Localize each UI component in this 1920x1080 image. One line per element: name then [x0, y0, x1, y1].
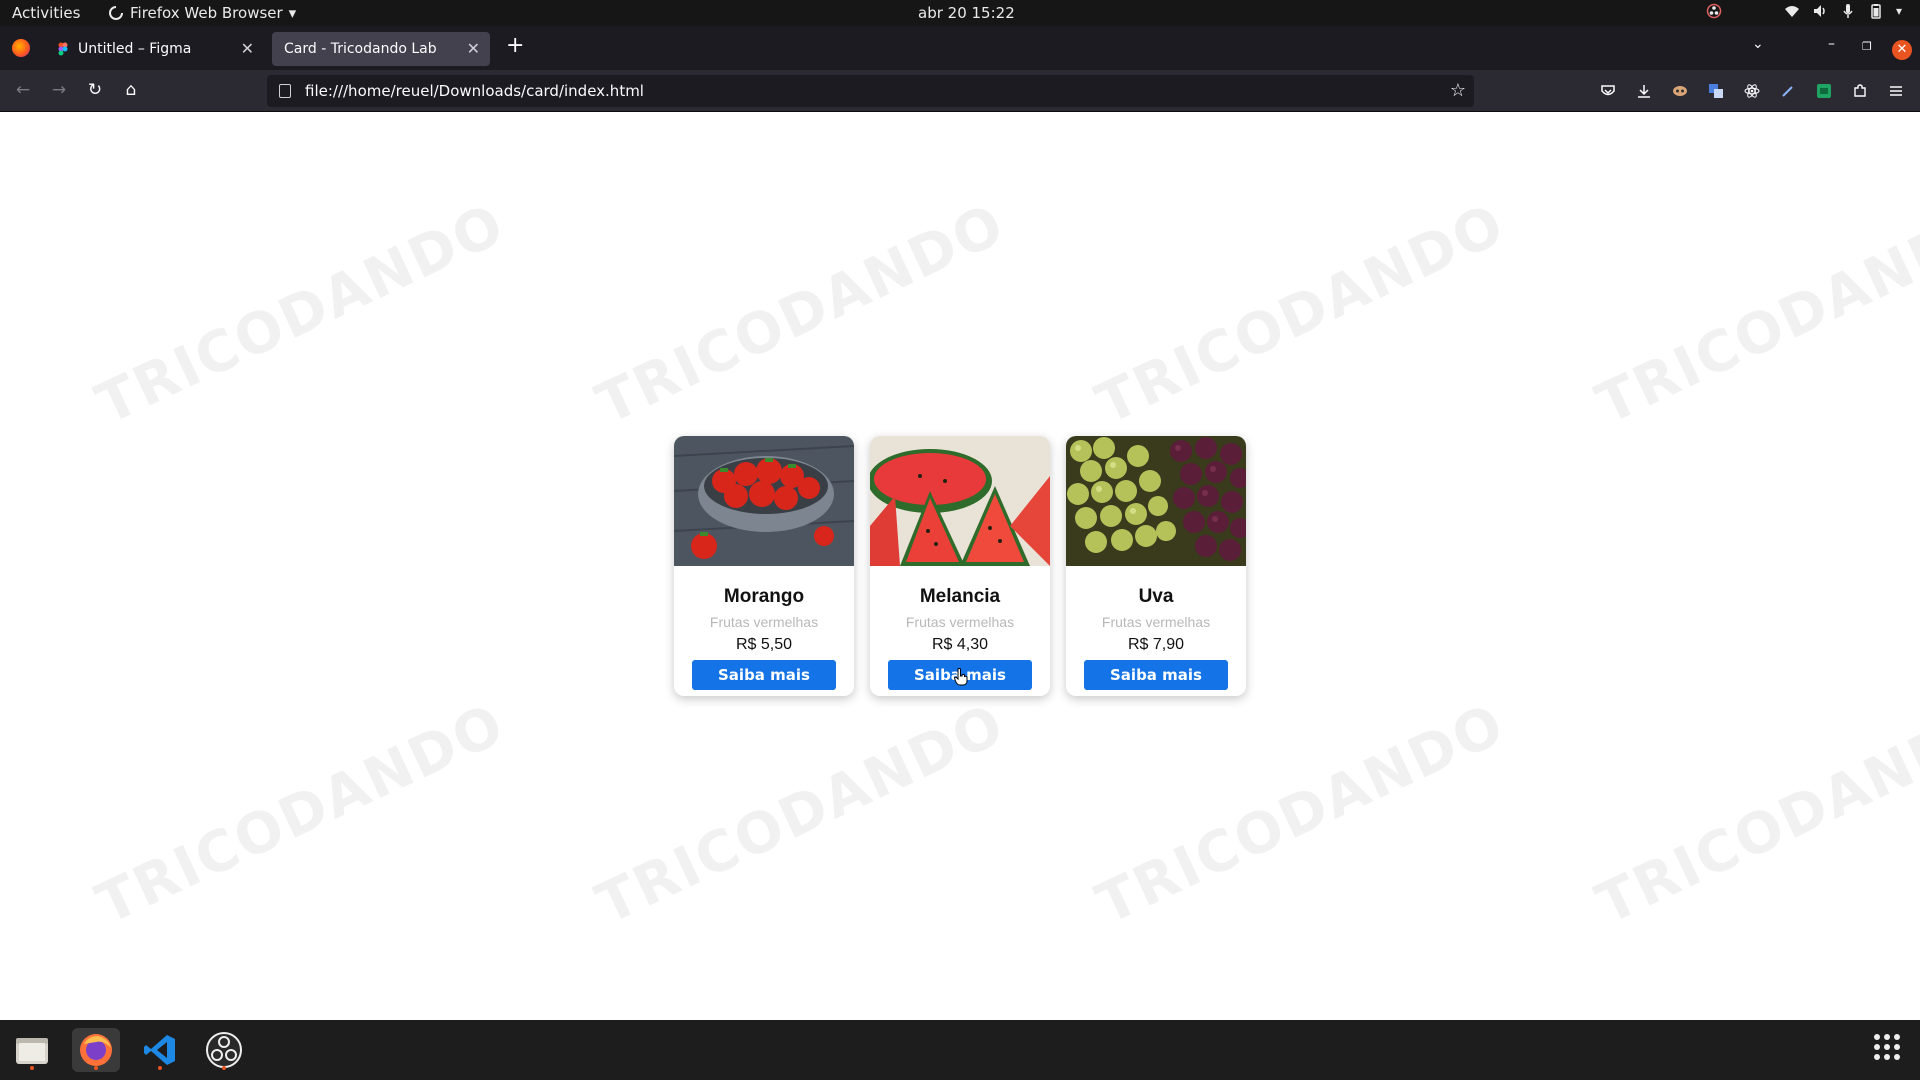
- running-indicator: [222, 1066, 226, 1070]
- tab-title: Untitled – Figma: [78, 41, 192, 57]
- running-indicator: [94, 1066, 98, 1070]
- vscode-app-button[interactable]: [136, 1028, 184, 1072]
- react-devtools-icon[interactable]: [1744, 83, 1760, 99]
- watermark-text: TRICODANDO: [1586, 191, 1920, 438]
- hamburger-menu-icon[interactable]: [1888, 83, 1904, 99]
- saiba-mais-button[interactable]: Saiba mais: [1084, 660, 1228, 690]
- close-window-button[interactable]: ✕: [1892, 40, 1912, 60]
- product-card-morango: Morango Frutas vermelhas R$ 5,50 Saiba m…: [674, 436, 854, 696]
- product-card-melancia: Melancia Frutas vermelhas R$ 4,30 Saiba …: [870, 436, 1050, 696]
- battery-icon[interactable]: [1868, 3, 1884, 19]
- product-category: Frutas vermelhas: [709, 614, 819, 630]
- show-applications-grid-icon[interactable]: [1874, 1034, 1900, 1060]
- saiba-mais-button[interactable]: Saiba mais: [692, 660, 836, 690]
- product-price: R$ 4,30: [931, 636, 989, 653]
- watermark-text: TRICODANDO: [1086, 691, 1515, 938]
- system-tray[interactable]: ▾: [1706, 3, 1902, 19]
- grapes-photo: [1066, 436, 1246, 566]
- list-all-tabs-chevron-icon[interactable]: ⌄: [1752, 36, 1764, 52]
- color-picker-icon[interactable]: [1780, 83, 1796, 99]
- extension-mask-icon[interactable]: [1672, 83, 1688, 99]
- product-card-uva: Uva Frutas vermelhas R$ 7,90 Saiba mais: [1066, 436, 1246, 696]
- product-name: Uva: [1138, 586, 1174, 607]
- restore-window-button[interactable]: ❐: [1862, 40, 1872, 53]
- running-indicator: [158, 1066, 162, 1070]
- product-price: R$ 7,90: [1127, 636, 1185, 653]
- bookmark-star-icon[interactable]: ☆: [1450, 80, 1466, 101]
- chevron-down-icon: ▾: [288, 4, 297, 22]
- tab-title: Card - Tricodando Lab: [284, 41, 437, 57]
- volume-icon[interactable]: [1812, 3, 1828, 19]
- clock[interactable]: abr 20 15:22: [918, 4, 1015, 22]
- vscode-icon: [144, 1035, 175, 1065]
- translate-extension-icon[interactable]: [1708, 83, 1724, 99]
- navigation-toolbar: ← → ↻ ⌂ file:///home/reuel/Downloads/car…: [0, 70, 1920, 112]
- watermelon-photo: [870, 436, 1050, 566]
- product-category: Frutas vermelhas: [905, 614, 1015, 630]
- watermark-text: TRICODANDO: [86, 191, 515, 438]
- tab-figma[interactable]: Untitled – Figma ✕: [46, 32, 264, 66]
- running-indicator: [30, 1066, 34, 1070]
- close-tab-icon[interactable]: ✕: [467, 39, 480, 58]
- page-viewport: TRICODANDO TRICODANDO TRICODANDO TRICODA…: [0, 112, 1920, 1020]
- forward-arrow-icon[interactable]: →: [48, 80, 70, 100]
- product-name: Morango: [723, 586, 805, 607]
- obs-app-button[interactable]: [200, 1028, 248, 1072]
- app-menu-label: Firefox Web Browser: [130, 4, 283, 22]
- watermark-text: TRICODANDO: [586, 191, 1015, 438]
- gnome-top-bar: Activities Firefox Web Browser ▾ abr 20 …: [0, 0, 1920, 26]
- obs-icon: [206, 1032, 242, 1068]
- close-tab-icon[interactable]: ✕: [241, 39, 254, 58]
- page-document-icon: [279, 84, 291, 98]
- system-menu-chevron-icon[interactable]: ▾: [1896, 4, 1902, 18]
- watermark-text: TRICODANDO: [1086, 191, 1515, 438]
- minimize-window-button[interactable]: –: [1828, 36, 1835, 52]
- product-category: Frutas vermelhas: [1101, 614, 1211, 630]
- watermark-text: TRICODANDO: [1586, 691, 1920, 938]
- app-menu[interactable]: Firefox Web Browser ▾: [108, 4, 296, 22]
- strawberries-photo: [674, 436, 854, 566]
- product-name: Melancia: [919, 586, 1001, 607]
- pocket-icon[interactable]: [1600, 83, 1616, 99]
- figma-favicon-icon: [58, 42, 68, 56]
- wifi-icon[interactable]: [1784, 3, 1800, 19]
- green-extension-icon[interactable]: [1816, 83, 1832, 99]
- home-icon[interactable]: ⌂: [120, 80, 142, 100]
- firefox-app-button[interactable]: [72, 1028, 120, 1072]
- firefox-view-icon[interactable]: [12, 39, 30, 57]
- url-text[interactable]: file:///home/reuel/Downloads/card/index.…: [305, 82, 644, 100]
- new-tab-button[interactable]: +: [506, 33, 524, 58]
- downloads-icon[interactable]: [1636, 83, 1652, 99]
- ubuntu-dock: [0, 1020, 1920, 1080]
- firefox-small-icon: [109, 5, 124, 20]
- files-icon: [16, 1038, 48, 1064]
- back-arrow-icon[interactable]: ←: [12, 80, 34, 100]
- product-price: R$ 5,50: [735, 636, 793, 653]
- firefox-icon: [80, 1034, 112, 1066]
- hand-pointer-cursor-icon: [954, 668, 968, 686]
- files-app-button[interactable]: [8, 1028, 56, 1072]
- watermark-text: TRICODANDO: [86, 691, 515, 938]
- watermark-text: TRICODANDO: [586, 691, 1015, 938]
- product-cards: Morango Frutas vermelhas R$ 5,50 Saiba m…: [674, 436, 1246, 696]
- microphone-icon[interactable]: [1840, 3, 1856, 19]
- tab-card-tricodando[interactable]: Card - Tricodando Lab ✕: [272, 32, 490, 66]
- tab-strip: Untitled – Figma ✕ Card - Tricodando Lab…: [0, 26, 1920, 70]
- url-bar[interactable]: file:///home/reuel/Downloads/card/index.…: [267, 75, 1474, 107]
- obs-tray-icon[interactable]: [1706, 3, 1722, 19]
- extensions-puzzle-icon[interactable]: [1852, 83, 1868, 99]
- activities-button[interactable]: Activities: [12, 4, 80, 22]
- reload-icon[interactable]: ↻: [84, 80, 106, 100]
